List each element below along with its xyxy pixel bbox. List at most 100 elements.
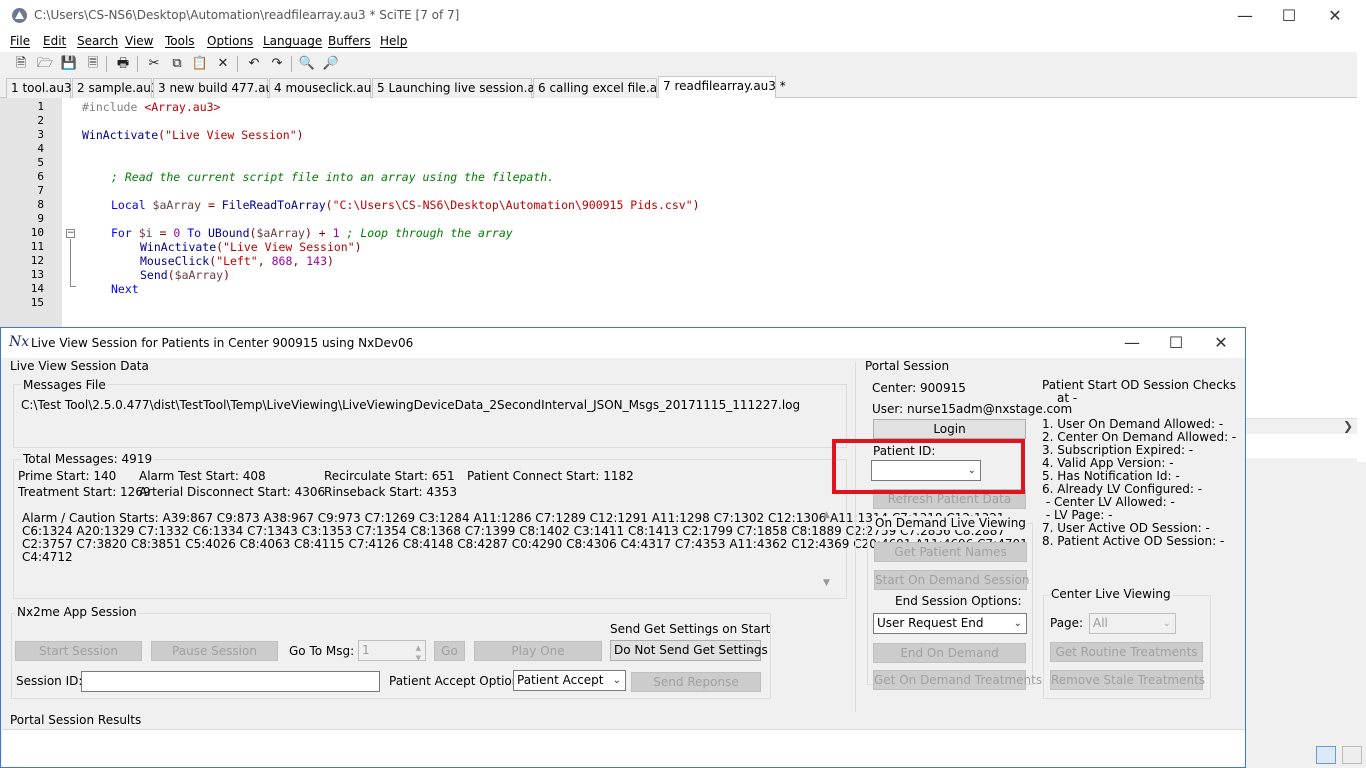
maximize-icon[interactable]: ☐ <box>1266 0 1312 32</box>
scroll-up-icon[interactable]: ▲ <box>823 510 830 520</box>
minimize-icon[interactable]: — <box>1109 328 1155 358</box>
messages-file-path: C:\Test Tool\2.5.0.477\dist\TestTool\Tem… <box>21 398 801 412</box>
code-token: , <box>292 254 307 268</box>
send-response-button[interactable]: Send Reponse <box>631 672 761 692</box>
tab-new-build[interactable]: 3 new build 477.au3 <box>153 78 281 98</box>
code-line-14: Next <box>111 282 139 296</box>
line-number: 5 <box>37 156 44 169</box>
total-messages: Total Messages: 4919 <box>21 452 155 466</box>
menu-tools[interactable]: Tools <box>165 34 195 48</box>
scite-title-bar[interactable]: C:\Users\CS-NS6\Desktop\Automation\readf… <box>0 0 1366 32</box>
code-token: MouseClick <box>140 254 210 268</box>
alarm-caution-textbox[interactable]: Alarm / Caution Starts: A39:867 C9:873 A… <box>17 510 1028 590</box>
send-get-settings-value: Do Not Send Get Settings <box>614 643 768 657</box>
end-on-demand-button[interactable]: End On Demand <box>873 643 1026 663</box>
open-folder-icon[interactable]: 🗁 <box>35 55 55 73</box>
line-number: 12 <box>30 254 44 267</box>
undo-icon[interactable]: ↶ <box>244 55 264 73</box>
menu-file[interactable]: File <box>10 34 30 48</box>
tab-sample[interactable]: 2 sample.au3 <box>72 78 159 98</box>
page-select[interactable]: All ⌄ <box>1089 613 1176 634</box>
code-token: To <box>180 226 208 240</box>
code-token: #include <box>82 100 145 114</box>
live-view-title-bar[interactable]: Nx Live View Session for Patients in Cen… <box>1 328 1245 358</box>
minimize-icon[interactable]: — <box>1222 0 1268 32</box>
chevron-down-icon: ⌄ <box>747 645 756 656</box>
live-view-session-window: Nx Live View Session for Patients in Cen… <box>0 327 1246 768</box>
page-value: All <box>1093 616 1108 630</box>
menu-edit[interactable]: Edit <box>43 34 66 48</box>
details-view-icon[interactable] <box>1316 746 1336 764</box>
patient-connect-start: Patient Connect Start: 1182 <box>467 469 634 483</box>
portal-results-area[interactable] <box>2 729 1245 767</box>
print-icon[interactable]: 🖶 <box>113 55 133 73</box>
view-toggle-icons[interactable] <box>1316 746 1364 766</box>
patient-accept-value: Patient Accept <box>517 673 604 687</box>
tab-launching-live-session[interactable]: 5 Launching live session.au3 <box>372 78 550 98</box>
tab-tool[interactable]: 1 tool.au3 <box>6 78 72 98</box>
menu-options[interactable]: Options <box>207 34 253 48</box>
get-patient-names-button[interactable]: Get Patient Names <box>874 542 1027 562</box>
close-icon[interactable]: ✕ <box>1198 328 1244 358</box>
menu-search[interactable]: Search <box>77 34 118 48</box>
alarm-test-start: Alarm Test Start: 408 <box>139 469 266 483</box>
patient-accept-select[interactable]: Patient Accept ⌄ <box>513 670 626 691</box>
check-item: 8. Patient Active OD Session: - <box>1042 534 1225 548</box>
code-token: $i <box>138 226 153 240</box>
tab-mouseclick[interactable]: 4 mouseclick.au3 <box>269 78 379 98</box>
cut-icon[interactable]: ✂ <box>144 55 164 73</box>
end-session-options-select[interactable]: User Request End ⌄ <box>873 613 1027 634</box>
code-token: , <box>257 254 272 268</box>
redo-icon[interactable]: ↷ <box>267 55 287 73</box>
find-icon[interactable]: 🔍 <box>297 55 317 73</box>
save-icon[interactable]: 💾 <box>59 55 79 73</box>
code-token: ) <box>327 254 334 268</box>
editor-vertical-scrollbar[interactable] <box>1357 52 1366 462</box>
live-view-window-title: Live View Session for Patients in Center… <box>31 336 414 350</box>
goto-msg-stepper[interactable]: 1 ▲ ▼ <box>358 640 426 662</box>
scite-tab-bar: 1 tool.au3 2 sample.au3 3 new build 477.… <box>0 76 1366 98</box>
tiles-view-icon[interactable] <box>1341 746 1362 764</box>
scite-menu-bar: File Edit Search View Tools Options Lang… <box>0 32 1366 52</box>
menu-help[interactable]: Help <box>380 34 407 48</box>
start-session-button[interactable]: Start Session <box>15 641 142 661</box>
menu-view[interactable]: View <box>125 34 153 48</box>
code-token: 1 <box>332 226 340 240</box>
session-data-label: Live View Session Data <box>10 359 149 373</box>
delete-icon[interactable]: ✕ <box>213 55 233 73</box>
fold-toggle-icon[interactable]: − <box>66 229 75 238</box>
code-token: = <box>201 198 222 212</box>
copy-icon[interactable]: ⧉ <box>167 55 187 73</box>
start-on-demand-session-button[interactable]: Start On Demand Session <box>874 570 1029 590</box>
tab-readfilearray[interactable]: 7 readfilearray.au3 * <box>658 76 786 98</box>
scite-status-bar <box>1244 740 1366 768</box>
chevron-down-icon: ⌄ <box>612 675 621 686</box>
login-button[interactable]: Login <box>873 419 1026 439</box>
editor-horizontal-scrollbar[interactable]: ❯ <box>1244 418 1357 434</box>
chevron-down-icon: ⌄ <box>1013 618 1022 629</box>
get-on-demand-treatments-button[interactable]: Get On Demand Treatments <box>873 670 1042 690</box>
close-icon[interactable]: ✕ <box>1312 0 1358 32</box>
get-routine-treatments-button[interactable]: Get Routine Treatments <box>1050 642 1203 662</box>
go-button[interactable]: Go <box>434 641 465 661</box>
send-get-settings-select[interactable]: Do Not Send Get Settings ⌄ <box>610 640 768 661</box>
paste-icon[interactable]: 📋 <box>190 55 210 73</box>
stepper-down-icon[interactable]: ▼ <box>416 649 421 668</box>
menu-buffers[interactable]: Buffers <box>328 34 371 48</box>
maximize-icon[interactable]: ☐ <box>1153 328 1199 358</box>
new-file-icon[interactable]: 🗎 <box>11 55 31 73</box>
code-token: "Live View Session" <box>165 128 297 142</box>
page-label: Page: <box>1050 616 1084 630</box>
line-number: 3 <box>37 128 44 141</box>
remove-stale-treatments-button[interactable]: Remove Stale Treatments <box>1050 670 1205 690</box>
scroll-right-icon[interactable]: ❯ <box>1343 419 1353 433</box>
checks-at: at - <box>1057 391 1078 405</box>
tab-calling-excel[interactable]: 6 calling excel file.au3 <box>533 78 672 98</box>
menu-language[interactable]: Language <box>263 34 322 48</box>
close-file-icon[interactable]: 🗏 <box>83 55 103 73</box>
replace-icon[interactable]: 🔎 <box>321 55 341 73</box>
scroll-down-icon[interactable]: ▼ <box>823 578 830 588</box>
pause-session-button[interactable]: Pause Session <box>151 641 278 661</box>
play-one-button[interactable]: Play One <box>474 641 602 661</box>
session-id-input[interactable] <box>81 671 380 692</box>
